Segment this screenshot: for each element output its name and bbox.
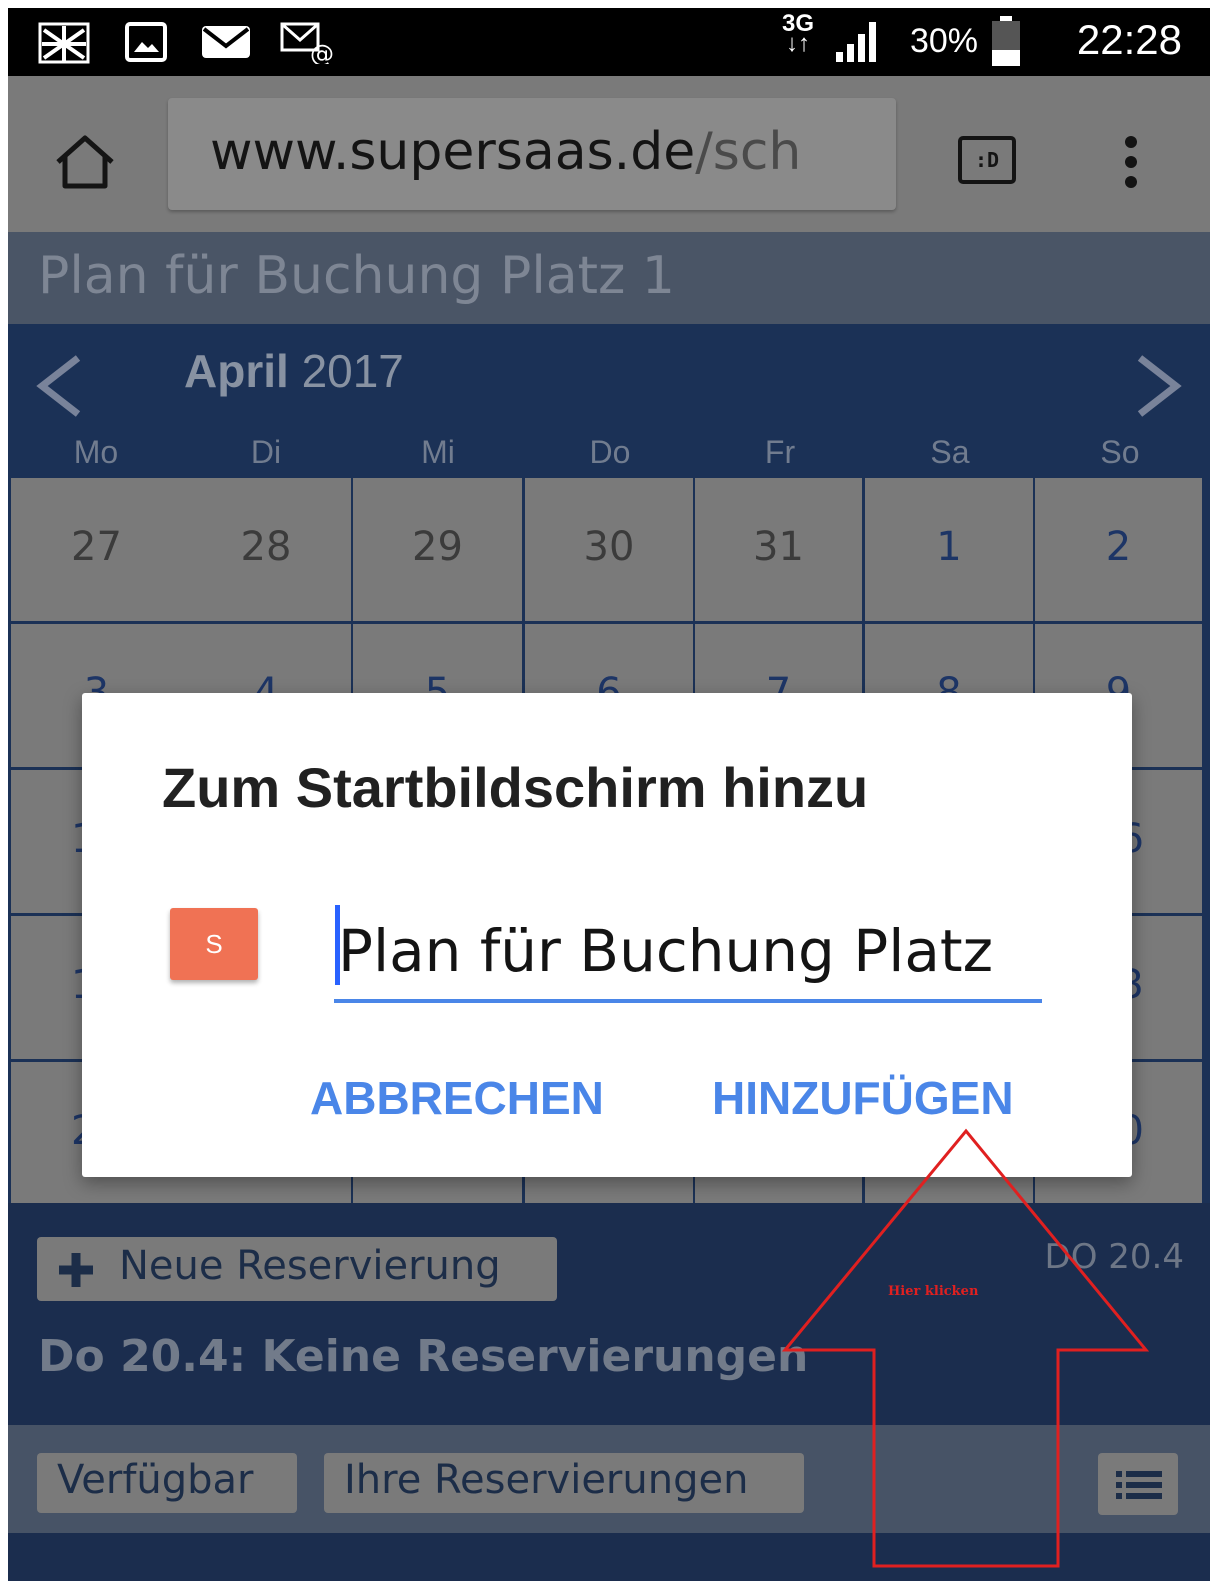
selected-date: DO 20.4 <box>1044 1237 1184 1277</box>
calendar-day-cell[interactable]: 30 <box>525 478 693 621</box>
weekday-label: So <box>1100 434 1140 470</box>
status-bar: @ 3G ↓↑ 30% 22:28 <box>8 8 1210 76</box>
battery-icon <box>992 16 1020 66</box>
calendar-day-cell[interactable]: 27 <box>11 478 182 621</box>
page-header: Plan für Buchung Platz 1 <box>8 232 1210 324</box>
weekday-label: Mi <box>421 434 455 470</box>
url-path: /sch <box>695 122 802 182</box>
shortcut-name-input[interactable] <box>334 903 1042 1003</box>
list-icon <box>1116 1471 1162 1499</box>
month-label: April 2017 <box>184 344 404 398</box>
weekday-label: Di <box>250 434 282 470</box>
signal-icon <box>836 22 876 62</box>
dialog-title: Zum Startbildschirm hinzu <box>162 756 869 819</box>
app-icon: S <box>170 908 258 980</box>
add-button[interactable]: HINZUFÜGEN <box>712 1071 1014 1125</box>
calendar-day-number: 1 <box>936 524 962 570</box>
notification-app-icon <box>38 22 90 64</box>
add-to-homescreen-dialog: Zum Startbildschirm hinzu S ABBRECHEN HI… <box>82 693 1132 1177</box>
calendar-day-number: 28 <box>240 524 292 570</box>
url-text: www.supersaas.de/sch <box>210 122 801 182</box>
calendar-day-number: 27 <box>71 524 122 570</box>
your-reservations-label: Ihre Reservierungen <box>344 1457 749 1503</box>
mail-icon <box>202 26 250 58</box>
annotation-label: Hier klicken <box>888 1284 979 1299</box>
clock: 22:28 <box>1076 16 1182 63</box>
home-icon[interactable] <box>52 134 118 190</box>
calendar-day-cell[interactable]: 28 <box>181 478 351 621</box>
tab-switcher-button[interactable]: :D <box>958 136 1016 184</box>
calendar-day-cell[interactable]: 1 <box>865 478 1033 621</box>
calendar-day-number: 31 <box>753 524 804 570</box>
reservations-panel: Neue Reservierung DO 20.4 Do 20.4: Keine… <box>8 1203 1210 1581</box>
network-type-label: 3G <box>781 10 814 37</box>
calendar-day-number: 29 <box>412 524 463 570</box>
calendar-day-cell[interactable]: 29 <box>353 478 522 621</box>
year: 2017 <box>301 345 404 397</box>
svg-text:@: @ <box>310 40 334 64</box>
overflow-menu-icon[interactable] <box>1116 132 1146 192</box>
calendar-day-cell[interactable]: 2 <box>1035 478 1202 621</box>
text-cursor <box>335 905 340 985</box>
image-icon <box>125 22 167 62</box>
new-reservation-button[interactable]: Neue Reservierung <box>37 1237 557 1301</box>
weekday-label: Fr <box>764 434 796 470</box>
weekday-label: Sa <box>930 434 970 470</box>
calendar-day-number: 2 <box>1105 524 1132 570</box>
calendar-day-cell[interactable]: 31 <box>695 478 862 621</box>
available-button[interactable]: Verfügbar <box>37 1453 297 1513</box>
email-alert-icon: @ <box>280 22 334 64</box>
next-month-button[interactable] <box>1134 354 1184 418</box>
cancel-button[interactable]: ABBRECHEN <box>310 1071 604 1125</box>
calendar-header: April 2017 Mo Di Mi Do Fr Sa So <box>8 324 1210 478</box>
weekday-label: Mo <box>73 434 119 470</box>
url-host: www.supersaas.de <box>210 122 696 182</box>
new-reservation-label: Neue Reservierung <box>119 1243 501 1289</box>
prev-month-button[interactable] <box>34 354 84 418</box>
browser-toolbar: www.supersaas.de/sch :D <box>8 76 1210 232</box>
no-reservations-text: Do 20.4: Keine Reservierungen <box>38 1331 809 1382</box>
bottom-toolbar: Verfügbar Ihre Reservierungen <box>8 1425 1210 1533</box>
available-label: Verfügbar <box>57 1457 254 1503</box>
your-reservations-button[interactable]: Ihre Reservierungen <box>324 1453 804 1513</box>
calendar-day-number: 30 <box>583 524 635 570</box>
list-view-button[interactable] <box>1098 1453 1178 1515</box>
phone-screen: @ 3G ↓↑ 30% 22:28 www.supersaas.de/sch :D <box>8 8 1210 1581</box>
app-icon-letter: S <box>205 929 223 959</box>
address-bar[interactable]: www.supersaas.de/sch <box>168 98 896 210</box>
tab-switcher-label: :D <box>974 148 1000 172</box>
weekday-label: Do <box>589 434 631 470</box>
network-type: 3G ↓↑ <box>781 10 814 57</box>
month-name: April <box>184 345 289 397</box>
battery-percent: 30% <box>909 22 978 60</box>
page-title: Plan für Buchung Platz 1 <box>38 246 675 306</box>
plus-icon <box>59 1253 93 1287</box>
